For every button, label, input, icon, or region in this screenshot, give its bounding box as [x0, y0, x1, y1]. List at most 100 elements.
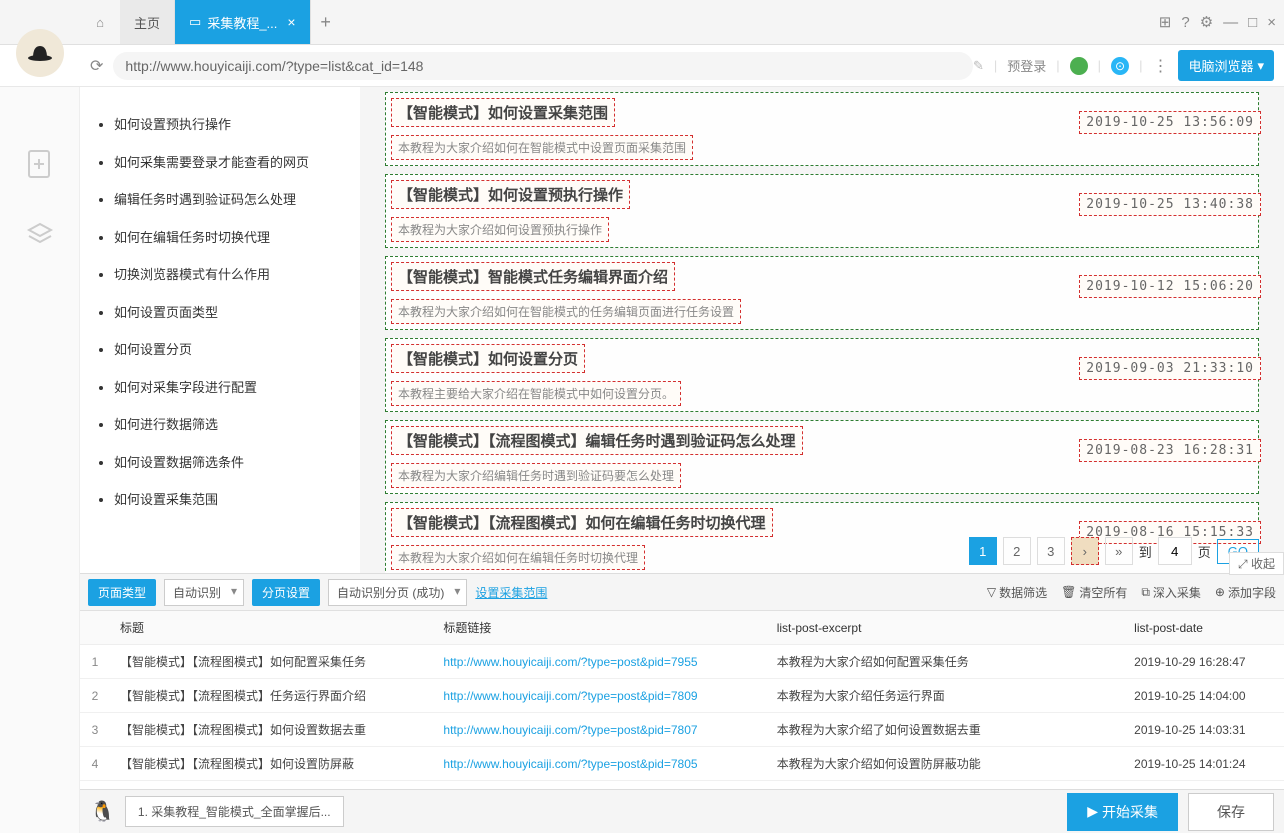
tab-home[interactable]: 主页	[120, 0, 175, 44]
reload-icon[interactable]: ⟳	[90, 56, 103, 76]
kebab-menu-icon[interactable]: ⋮	[1152, 56, 1168, 76]
table-header[interactable]: 标题	[110, 611, 433, 645]
cell-excerpt: 本教程为大家介绍如何配置采集任务	[767, 645, 1124, 679]
table-header[interactable]: list-post-date	[1124, 611, 1284, 645]
nav-item[interactable]: 如何对采集字段进行配置	[114, 378, 340, 398]
table-header[interactable]: 标题链接	[433, 611, 766, 645]
new-tab-button[interactable]: +	[311, 0, 341, 44]
start-collect-button[interactable]: ▶开始采集	[1067, 793, 1178, 831]
filter-button[interactable]: ▽数据筛选	[987, 584, 1047, 601]
browser-mode-button[interactable]: 电脑浏览器▾	[1178, 50, 1274, 81]
table-row[interactable]: 2【智能模式】【流程图模式】任务运行界面介绍http://www.houyica…	[80, 679, 1284, 713]
footer-tab[interactable]: 1. 采集教程_智能模式_全面掌握后...	[125, 796, 344, 827]
penguin-icon[interactable]: 🐧	[90, 799, 115, 824]
page-type-select[interactable]: 自动识别	[164, 579, 244, 606]
bp-toolbar-right: ▽数据筛选 🗑清空所有 ⧉深入采集 ⊕添加字段	[987, 584, 1276, 601]
table-row[interactable]: 3【智能模式】【流程图模式】如何设置数据去重http://www.houyica…	[80, 713, 1284, 747]
article-title[interactable]: 【智能模式】如何设置预执行操作	[391, 180, 630, 209]
clear-button[interactable]: 🗑清空所有	[1061, 584, 1127, 601]
nav-item[interactable]: 如何设置采集范围	[114, 490, 340, 510]
close-window-icon[interactable]: ×	[1267, 14, 1276, 31]
pagination: 1 2 3 › » 到 页 GO	[969, 537, 1259, 565]
article-date: 2019-10-25 13:56:09	[1079, 111, 1261, 134]
article-title[interactable]: 【智能模式】【流程图模式】编辑任务时遇到验证码怎么处理	[391, 426, 803, 455]
article-item[interactable]: 【智能模式】如何设置分页2019-09-03 21:33:10本教程主要给大家介…	[385, 338, 1259, 412]
cell-link[interactable]: http://www.houyicaiji.com/?type=post&pid…	[433, 713, 766, 747]
article-item[interactable]: 【智能模式】智能模式任务编辑界面介绍 2019-10-12 15:06:20 本教程…	[385, 256, 1259, 330]
paging-select[interactable]: 自动识别分页 (成功)	[328, 579, 467, 606]
article-date: 2019-10-25 13:40:38	[1079, 193, 1261, 216]
nav-list: 如何设置预执行操作如何采集需要登录才能查看的网页编辑任务时遇到验证码怎么处理如何…	[80, 87, 360, 573]
table-row[interactable]: 5【智能模式】如何设置采集范围http://www.houyicaiji.com…	[80, 781, 1284, 790]
close-icon[interactable]: ×	[287, 14, 295, 30]
prelogin-button[interactable]: 预登录	[1007, 56, 1046, 75]
article-date: 2019-10-12 15:06:20	[1079, 275, 1261, 298]
nav-item[interactable]: 如何在编辑任务时切换代理	[114, 228, 340, 248]
play-icon: ▶	[1087, 803, 1098, 820]
page-2[interactable]: 2	[1003, 537, 1031, 565]
maximize-icon[interactable]: □	[1248, 14, 1257, 31]
cell-link[interactable]: http://www.houyicaiji.com/?type=post&pid…	[433, 781, 766, 790]
nav-item[interactable]: 如何进行数据筛选	[114, 415, 340, 435]
page-next[interactable]: ›	[1071, 537, 1099, 565]
collapse-button[interactable]: ⤢ 收起	[1229, 552, 1284, 575]
page-jump-input[interactable]	[1158, 537, 1192, 565]
paging-setting-button[interactable]: 分页设置	[252, 579, 320, 606]
help-icon[interactable]: ?	[1181, 14, 1189, 31]
page-1[interactable]: 1	[969, 537, 997, 565]
table-row[interactable]: 4【智能模式】【流程图模式】如何设置防屏蔽http://www.houyicai…	[80, 747, 1284, 781]
cell-date: 2019-10-25 14:03:31	[1124, 713, 1284, 747]
status-dot-green[interactable]	[1070, 57, 1088, 75]
set-range-link[interactable]: 设置采集范围	[475, 584, 547, 601]
page-3[interactable]: 3	[1037, 537, 1065, 565]
layers-icon[interactable]	[23, 218, 57, 259]
article-title[interactable]: 【智能模式】如何设置采集范围	[391, 98, 615, 127]
article-title[interactable]: 【智能模式】如何设置分页	[391, 344, 585, 373]
article-excerpt: 本教程为大家介绍如何在智能模式的任务编辑页面进行任务设置	[391, 299, 741, 324]
nav-item[interactable]: 如何设置数据筛选条件	[114, 453, 340, 473]
table-header[interactable]: list-post-excerpt	[767, 611, 1124, 645]
page-last[interactable]: »	[1105, 537, 1133, 565]
save-button[interactable]: 保存	[1188, 793, 1274, 831]
col-index	[80, 611, 110, 645]
article-title[interactable]: 【智能模式】【流程图模式】如何在编辑任务时切换代理	[391, 508, 773, 537]
deep-collect-button[interactable]: ⧉深入采集	[1141, 584, 1201, 601]
article-item[interactable]: 【智能模式】如何设置采集范围2019-10-25 13:56:09本教程为大家介…	[385, 92, 1259, 166]
tab-active[interactable]: ▭ 采集教程_... ×	[175, 0, 311, 44]
article-item[interactable]: 【智能模式】【流程图模式】编辑任务时遇到验证码怎么处理2019-08-23 16…	[385, 420, 1259, 494]
titlebar-right: ⊞ ? ⚙ — □ ×	[1159, 13, 1284, 31]
gift-icon[interactable]: ⊞	[1159, 13, 1172, 31]
minimize-icon[interactable]: —	[1223, 14, 1238, 31]
page-type-button[interactable]: 页面类型	[88, 579, 156, 606]
cell-link[interactable]: http://www.houyicaiji.com/?type=post&pid…	[433, 679, 766, 713]
table-row[interactable]: 1【智能模式】【流程图模式】如何配置采集任务http://www.houyica…	[80, 645, 1284, 679]
nav-item[interactable]: 切换浏览器模式有什么作用	[114, 265, 340, 285]
nav-item[interactable]: 如何设置分页	[114, 340, 340, 360]
nav-item[interactable]: 编辑任务时遇到验证码怎么处理	[114, 190, 340, 210]
tab-active-label: 采集教程_...	[207, 13, 277, 32]
cell-link[interactable]: http://www.houyicaiji.com/?type=post&pid…	[433, 747, 766, 781]
nav-item[interactable]: 如何设置预执行操作	[114, 115, 340, 135]
gear-icon[interactable]: ⚙	[1200, 13, 1213, 31]
url-input[interactable]	[113, 52, 973, 80]
home-icon[interactable]: ⌂	[80, 0, 120, 44]
tab-home-label: 主页	[134, 13, 160, 32]
cell-date: 2019-10-25 13:56:09	[1124, 781, 1284, 790]
row-index: 2	[80, 679, 110, 713]
footer: 🐧 1. 采集教程_智能模式_全面掌握后... ▶开始采集 保存	[80, 789, 1284, 833]
article-item[interactable]: 【智能模式】如何设置预执行操作2019-10-25 13:40:38本教程为大家…	[385, 174, 1259, 248]
plus-icon: ⊕	[1215, 585, 1225, 599]
new-file-icon[interactable]	[23, 147, 57, 188]
user-avatar[interactable]	[16, 29, 64, 77]
article-title[interactable]: 【智能模式】智能模式任务编辑界面介绍	[391, 262, 675, 291]
avatar-wrap	[0, 18, 80, 88]
nav-item[interactable]: 如何采集需要登录才能查看的网页	[114, 153, 340, 173]
add-field-button[interactable]: ⊕添加字段	[1215, 584, 1276, 601]
nav-item[interactable]: 如何设置页面类型	[114, 303, 340, 323]
content-area: 如何设置预执行操作如何采集需要登录才能查看的网页编辑任务时遇到验证码怎么处理如何…	[80, 87, 1284, 573]
status-dot-blue[interactable]	[1111, 57, 1129, 75]
tabs-area: ⌂ 主页 ▭ 采集教程_... × +	[80, 0, 341, 44]
cell-date: 2019-10-25 14:04:00	[1124, 679, 1284, 713]
cell-link[interactable]: http://www.houyicaiji.com/?type=post&pid…	[433, 645, 766, 679]
edit-icon[interactable]: ✎	[973, 58, 984, 74]
